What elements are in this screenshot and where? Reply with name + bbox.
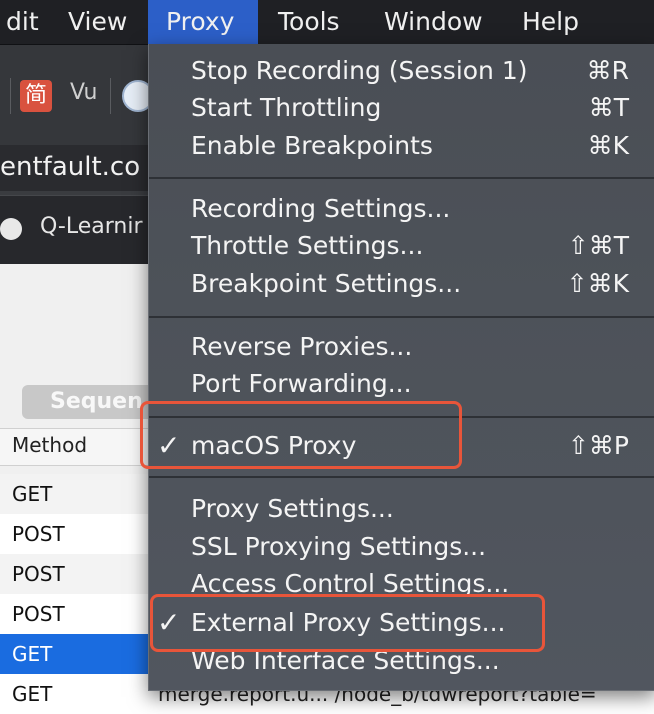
menu-item-stop-recording[interactable]: Stop Recording (Session 1) ⌘R: [149, 54, 654, 90]
menu-item-breakpoint-settings[interactable]: Breakpoint Settings... ⇧⌘K: [149, 267, 654, 303]
url-text[interactable]: entfault.co: [0, 152, 140, 182]
menu-edit[interactable]: dit: [0, 0, 45, 44]
method-cell: GET: [12, 482, 53, 506]
shortcut: ⌘T: [588, 93, 629, 122]
menu-help[interactable]: Help: [510, 0, 591, 44]
toolbar-divider: [10, 78, 11, 114]
menu-item-reverse-proxies[interactable]: Reverse Proxies...: [149, 330, 654, 366]
menu-item-port-forwarding[interactable]: Port Forwarding...: [149, 367, 654, 403]
shortcut: ⌘R: [586, 56, 629, 85]
menu-item-enable-breakpoints[interactable]: Enable Breakpoints ⌘K: [149, 129, 654, 165]
shortcut: ⇧⌘T: [567, 231, 629, 260]
tab-title[interactable]: Q-Learnir: [40, 214, 143, 239]
shortcut: ⌘K: [587, 131, 629, 160]
menu-item-throttle-settings[interactable]: Throttle Settings... ⇧⌘T: [149, 229, 654, 265]
bookmark-icon[interactable]: 简: [20, 80, 52, 112]
column-method[interactable]: Method: [12, 433, 87, 457]
menu-divider: [149, 476, 654, 478]
menu-item-start-throttling[interactable]: Start Throttling ⌘T: [149, 91, 654, 127]
menu-item-ssl-proxying-settings[interactable]: SSL Proxying Settings...: [149, 530, 654, 566]
menu-window[interactable]: Window: [372, 0, 495, 44]
menu-divider: [149, 177, 654, 179]
menu-bar: dit View Proxy Tools Window Help: [0, 0, 654, 45]
highlight-box-external-proxy: [150, 594, 545, 652]
method-cell: POST: [12, 522, 65, 546]
menu-divider: [149, 316, 654, 318]
shortcut: ⇧⌘K: [566, 269, 629, 298]
menu-tools[interactable]: Tools: [266, 0, 352, 44]
method-cell: POST: [12, 562, 65, 586]
bookmark-label[interactable]: Vu: [70, 80, 98, 105]
globe-icon: [0, 218, 22, 240]
highlight-box-macos-proxy: [140, 401, 462, 469]
method-cell: GET: [12, 682, 53, 706]
shortcut: ⇧⌘P: [567, 431, 629, 460]
menu-item-proxy-settings[interactable]: Proxy Settings...: [149, 492, 654, 528]
menu-proxy[interactable]: Proxy: [148, 0, 258, 44]
method-cell: POST: [12, 602, 65, 626]
method-cell: GET: [12, 642, 53, 666]
menu-item-recording-settings[interactable]: Recording Settings...: [149, 192, 654, 228]
menu-view[interactable]: View: [56, 0, 139, 44]
toolbar-divider: [110, 78, 111, 114]
